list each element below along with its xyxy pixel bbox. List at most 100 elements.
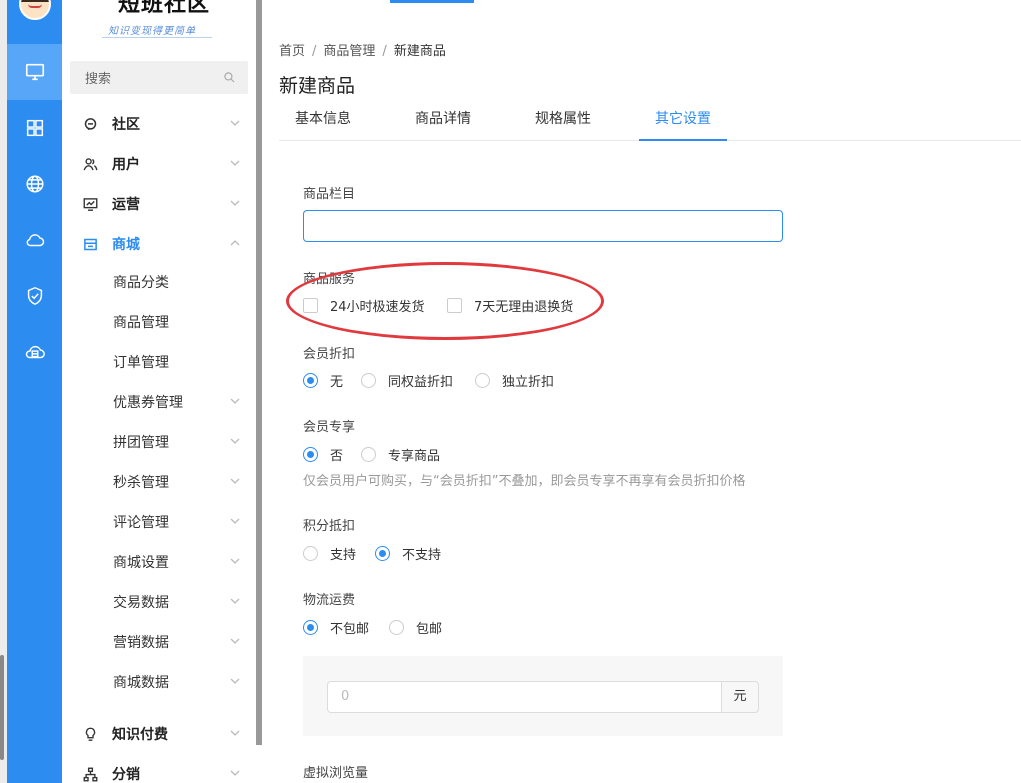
breadcrumb-parent[interactable]: 商品管理: [323, 44, 375, 59]
points-label: 积分抵扣: [303, 519, 356, 534]
shipping-free[interactable]: 包邮: [389, 618, 442, 637]
tab-spec-attributes[interactable]: 规格属性: [519, 98, 607, 141]
menu-item-label: 评论管理: [113, 515, 169, 531]
tab-basic-info[interactable]: 基本信息: [279, 98, 367, 141]
menu-item-coupon-management[interactable]: 优惠券管理: [62, 382, 256, 422]
rail-cloud[interactable]: [7, 212, 62, 268]
column-input[interactable]: [303, 210, 783, 242]
member-exclusive-no[interactable]: 否: [303, 445, 343, 464]
radio[interactable]: [361, 373, 376, 388]
avatar-smile: [28, 4, 42, 8]
option-label: 支持: [330, 548, 357, 563]
rail-desktop[interactable]: [7, 44, 62, 100]
radio[interactable]: [475, 373, 490, 388]
rail-security[interactable]: [7, 268, 62, 324]
users-icon: [80, 154, 100, 174]
option-label: 专享商品: [388, 449, 441, 464]
radio[interactable]: [303, 546, 318, 561]
lightbulb-icon: [80, 724, 100, 744]
menu-section-distribution[interactable]: 分销: [62, 754, 256, 783]
app-root: 短班社区 知识变现得更简单 搜索 社区 用户 运营 商城 商品分类 商品管理 订…: [0, 0, 1021, 783]
chevron-down-icon: [230, 478, 240, 484]
rail-globe[interactable]: [7, 156, 62, 212]
grid-icon: [26, 119, 43, 137]
monitor-chart-icon: [80, 194, 100, 214]
brand-divider: [102, 37, 212, 38]
menu-item-marketing-data[interactable]: 营销数据: [62, 622, 256, 662]
radio[interactable]: [389, 620, 404, 635]
menu-item-label: 拼团管理: [113, 435, 169, 451]
breadcrumb: 首页 / 商品管理 / 新建商品: [279, 40, 446, 59]
menu-item-reviews[interactable]: 评论管理: [62, 502, 256, 542]
radio-selected[interactable]: [375, 546, 390, 561]
member-discount-independent[interactable]: 独立折扣: [475, 371, 554, 390]
breadcrumb-home[interactable]: 首页: [279, 44, 305, 59]
radio-selected[interactable]: [303, 373, 318, 388]
menu-section-label: 社区: [112, 117, 140, 133]
chat-icon: [80, 114, 100, 134]
menu-section-community[interactable]: 社区: [62, 104, 256, 144]
shipping-fee-unit: 元: [721, 681, 759, 713]
menu-item-label: 商城设置: [113, 555, 169, 571]
menu-item-product-category[interactable]: 商品分类: [62, 262, 256, 302]
menu-section-label: 运营: [112, 197, 140, 213]
tab-other-settings[interactable]: 其它设置: [639, 98, 727, 141]
menu-item-label: 秒杀管理: [113, 475, 169, 491]
radio-selected[interactable]: [303, 447, 318, 462]
rail-cloud-server[interactable]: [7, 324, 62, 380]
shipping-label: 物流运费: [303, 593, 356, 608]
menu-section-label: 分销: [112, 767, 140, 783]
menu-item-product-management[interactable]: 商品管理: [62, 302, 256, 342]
shipping-not-free[interactable]: 不包邮: [303, 618, 369, 637]
brand-title: 短班社区: [118, 0, 211, 17]
breadcrumb-current: 新建商品: [393, 44, 446, 59]
globe-icon: [25, 175, 44, 193]
hierarchy-icon: [80, 764, 100, 783]
menu-item-mall-settings[interactable]: 商城设置: [62, 542, 256, 582]
menu-item-mall-data[interactable]: 商城数据: [62, 662, 256, 702]
menu-section-knowledge-paid[interactable]: 知识付费: [62, 714, 256, 754]
menu-item-flash-sale[interactable]: 秒杀管理: [62, 462, 256, 502]
option-label: 不包邮: [330, 622, 370, 637]
shipping-fee-input[interactable]: 0: [327, 681, 722, 713]
chevron-down-icon: [230, 438, 240, 444]
tab-product-details[interactable]: 商品详情: [399, 98, 487, 141]
left-edge-scroll-thumb[interactable]: [0, 655, 4, 760]
member-discount-none[interactable]: 无: [303, 371, 343, 390]
menu-section-users[interactable]: 用户: [62, 144, 256, 184]
desktop-icon: [25, 63, 44, 81]
menu-item-label: 商品分类: [113, 275, 169, 291]
menu-section-operations[interactable]: 运营: [62, 184, 256, 224]
rail-apps[interactable]: [7, 100, 62, 156]
radio[interactable]: [361, 447, 376, 462]
store-icon: [80, 234, 100, 254]
brand-subtitle: 知识变现得更简单: [108, 26, 196, 37]
top-nav-active-underline: [390, 0, 474, 3]
option-label: 不支持: [402, 548, 442, 563]
option-label: 包邮: [416, 622, 443, 637]
points-support[interactable]: 支持: [303, 544, 356, 563]
chevron-down-icon: [230, 160, 240, 166]
member-exclusive-yes[interactable]: 专享商品: [361, 445, 440, 464]
shipping-fee-box: 0 元: [303, 656, 783, 736]
menu-item-label: 订单管理: [113, 355, 169, 371]
menu-search[interactable]: 搜索: [70, 61, 248, 94]
option-label: 否: [330, 449, 344, 464]
chevron-down-icon: [230, 770, 240, 776]
points-not-support[interactable]: 不支持: [375, 544, 441, 563]
search-icon: [224, 72, 235, 83]
menu-item-transaction-data[interactable]: 交易数据: [62, 582, 256, 622]
menu-section-label: 知识付费: [112, 727, 168, 743]
menu-section-mall[interactable]: 商城: [62, 224, 256, 264]
menu-item-order-management[interactable]: 订单管理: [62, 342, 256, 382]
user-avatar[interactable]: [19, 0, 51, 20]
chevron-down-icon: [230, 398, 240, 404]
member-discount-same[interactable]: 同权益折扣: [361, 371, 453, 390]
radio-selected[interactable]: [303, 620, 318, 635]
column-label: 商品栏目: [303, 187, 356, 202]
cloud-icon: [26, 234, 44, 247]
search-placeholder: 搜索: [85, 72, 112, 87]
menu-item-group-buy[interactable]: 拼团管理: [62, 422, 256, 462]
chevron-down-icon: [230, 200, 240, 206]
menu-section-label: 用户: [112, 157, 140, 173]
